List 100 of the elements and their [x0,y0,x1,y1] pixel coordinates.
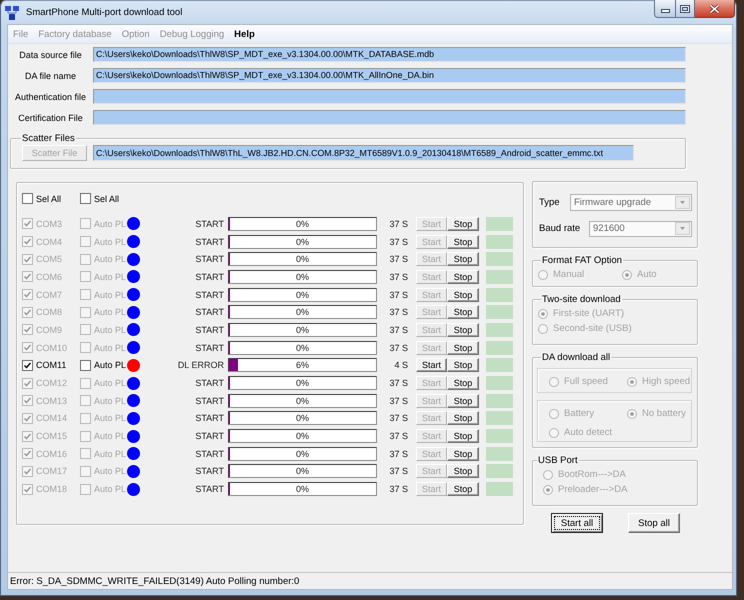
progress-text: 0% [296,413,309,424]
progress-text: 0% [296,236,309,247]
port-name: COM15 [36,431,68,442]
file-path-field[interactable]: C:\Users\keko\Downloads\ThlW8\SP_MDT_exe_v3.1304.00.00\MTK_AllInOne_DA.bin [93,68,686,83]
field-label: Baud rate [539,223,580,234]
group-title: Scatter Files [21,133,76,144]
elapsed-time: 37 S [389,396,408,406]
stop-all-button[interactable]: Stop all [628,513,680,533]
status-text: START [195,307,224,318]
checkbox-label: Auto PL [94,484,126,494]
checkbox-label: Auto PL [94,466,126,476]
progress-text: 0% [296,466,309,476]
elapsed-time: 37 S [389,290,408,300]
radio-label: Full speed [564,376,608,387]
close-icon [709,4,720,14]
result-indicator [486,305,513,320]
file-path-field[interactable] [93,89,686,104]
port-name: COM4 [36,236,62,247]
checkbox-label: Auto PL [94,254,126,264]
status-text: Error: S_DA_SDMMC_WRITE_FAILED(3149) Auto Polling number:0 [10,576,300,586]
group-title: Two-site download [541,294,622,305]
radio-label: Battery [564,408,594,419]
port-name: COM6 [36,272,62,282]
elapsed-time: 4 S [394,360,408,370]
maximize-icon [680,4,690,12]
checkbox[interactable] [22,193,33,204]
radio-label: BootRom--->DA [558,469,626,480]
elapsed-time: 37 S [389,466,408,476]
checkbox-label: Auto PL [94,272,126,282]
checkbox-label: Sel All [94,194,120,204]
status-text: DL ERROR [178,360,224,370]
start-button[interactable]: Start [416,358,447,372]
progress-text: 0% [296,290,309,300]
close-button[interactable] [695,0,735,18]
elapsed-time: 37 S [389,272,408,282]
progress-text: 6% [296,360,309,370]
port-name: COM8 [36,307,62,318]
checkbox-label: Auto PL [94,396,126,406]
port-name: COM17 [36,466,68,476]
result-indicator [486,429,513,444]
status-text: START [195,218,224,229]
checkbox[interactable] [80,193,91,204]
port-name: COM3 [36,218,62,229]
radio-label: Manual [553,269,584,280]
progress-text: 0% [296,254,309,264]
status-text: START [195,254,224,264]
checkbox-label: Auto PL [94,307,126,318]
port-name: COM12 [36,378,68,388]
port-name: COM10 [36,342,68,353]
result-indicator [486,358,513,372]
group-title: DA download all [541,352,612,363]
port-name: COM5 [36,254,62,264]
progress-text: 0% [296,218,309,229]
maximize-button[interactable] [675,0,695,18]
progress-text: 0% [296,378,309,388]
file-path-field[interactable]: C:\Users\keko\Downloads\ThlW8\SP_MDT_exe_v3.1304.00.00\MTK_DATABASE.mdb [93,47,686,62]
progress-text: 0% [296,307,309,318]
checkbox-label: Auto PL [94,218,126,229]
checkbox[interactable] [80,360,91,371]
caret-icon [675,222,690,235]
file-path-field[interactable] [93,110,686,125]
file-path-field[interactable]: C:\Users\keko\Downloads\ThlW8\ThL_W8.JB2.HD.CN.COM.8P32_MT6589V1.0.9_20130418\MT6589_Android_scatter_emmc.txt [93,145,634,161]
elapsed-time: 37 S [389,254,408,264]
result-indicator [486,411,513,426]
field-label: Data source file [19,50,82,60]
caret-icon [675,196,690,209]
result-indicator [486,376,513,390]
stop-button[interactable]: Stop [447,358,479,372]
checkbox-label: Sel All [36,194,62,204]
elapsed-time: 37 S [389,484,408,494]
status-text: START [195,431,224,442]
elapsed-time: 37 S [389,378,408,388]
checkbox-label: Auto PL [94,413,126,424]
elapsed-time: 37 S [389,413,408,424]
elapsed-time: 37 S [389,324,408,335]
result-indicator [486,288,513,302]
field-label: Certification File [18,112,83,122]
port-name: COM11 [36,360,66,370]
checkbox-label: Auto PL [94,324,126,335]
result-indicator [486,322,513,337]
checkbox-label: Auto PL [94,342,126,353]
group-title: USB Port [537,455,579,466]
progress-text: 0% [296,272,309,282]
result-indicator [486,270,513,284]
progress-text: 0% [296,484,309,494]
checkbox-label: Auto PL [94,360,126,370]
progress-text: 0% [296,342,309,353]
elapsed-time: 37 S [389,342,408,353]
minimize-button[interactable] [654,0,675,18]
start-all-button[interactable]: Start all [551,513,603,533]
progress-text: 0% [296,324,309,335]
port-name: COM14 [36,413,68,424]
result-indicator [486,216,513,231]
status-text: START [195,272,224,282]
port-name: COM16 [36,448,68,459]
checkbox[interactable] [22,360,33,371]
menu-item[interactable]: Help [229,25,260,43]
checkbox-label: Auto PL [94,431,126,442]
radio-label: No battery [642,408,686,419]
result-indicator [486,234,513,249]
